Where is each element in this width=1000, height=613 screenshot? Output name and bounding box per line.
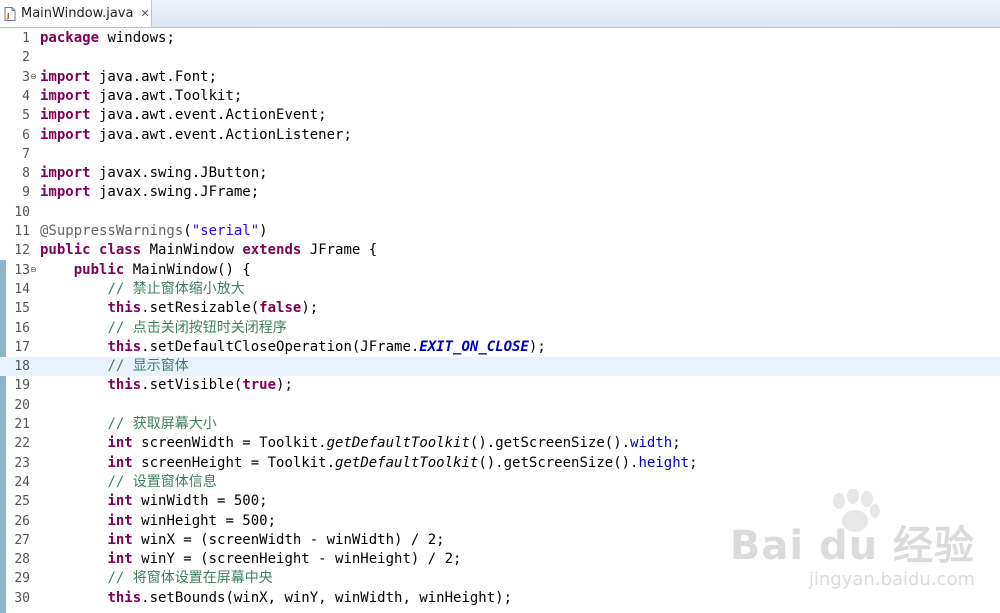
line-number: 3	[22, 69, 30, 85]
code-line[interactable]: 11 @SuppressWarnings("serial")	[0, 222, 1000, 241]
code-line[interactable]: 23 int screenHeight = Toolkit.getDefault…	[0, 454, 1000, 473]
code-line[interactable]: 10	[0, 203, 1000, 222]
watermark-brand: Bai du 经验	[729, 523, 975, 569]
code-text: public MainWindow() {	[73, 261, 251, 278]
line-number: 25	[14, 494, 30, 510]
code-line[interactable]: 2	[0, 48, 1000, 67]
code-text: // 显示窗体	[107, 358, 189, 375]
code-text: this.setBounds(winX, winY, winWidth, win…	[107, 589, 513, 606]
code-line[interactable]: 15 this.setResizable(false);	[0, 299, 1000, 318]
code-text: this.setVisible(true);	[107, 377, 293, 394]
line-number: 13	[14, 262, 30, 278]
line-number: 8	[22, 166, 30, 182]
line-number: 14	[14, 281, 30, 297]
code-line[interactable]: 19 this.setVisible(true);	[0, 376, 1000, 395]
fold-toggle-icon[interactable]: ⊖	[30, 265, 37, 274]
code-line[interactable]: 21 // 获取屏幕大小	[0, 415, 1000, 434]
fold-toggle-icon[interactable]: ⊖	[30, 72, 37, 81]
line-number: 22	[14, 436, 30, 452]
line-number: 11	[14, 224, 30, 239]
line-number: 19	[14, 378, 30, 394]
code-line[interactable]: 12 public class MainWindow extends JFrame…	[0, 241, 1000, 260]
code-line[interactable]: 1 package windows;	[0, 29, 1000, 48]
line-number: 2	[22, 50, 30, 66]
line-number: 30	[14, 590, 30, 606]
line-number: 29	[14, 571, 30, 587]
code-text: // 获取屏幕大小	[107, 416, 217, 432]
code-text: int winHeight = 500;	[107, 512, 277, 529]
line-number: 7	[22, 146, 30, 162]
line-number: 9	[22, 185, 30, 201]
watermark-url: jingyan.baidu.com	[808, 569, 975, 590]
line-number: 18	[14, 359, 30, 375]
line-number: 17	[14, 339, 30, 355]
code-text: import java.awt.event.ActionEvent;	[40, 107, 327, 124]
code-line[interactable]: 16 // 点击关闭按钮时关闭程序	[0, 319, 1000, 338]
code-line[interactable]: 6 import java.awt.event.ActionListener;	[0, 126, 1000, 145]
code-line[interactable]: 14 // 禁止窗体缩小放大	[0, 280, 1000, 299]
code-line[interactable]: 8 import javax.swing.JButton;	[0, 164, 1000, 183]
code-text: int screenHeight = Toolkit.getDefaultToo…	[107, 454, 698, 471]
code-text: import java.awt.Toolkit;	[40, 87, 243, 104]
code-line[interactable]: 9 import javax.swing.JFrame;	[0, 183, 1000, 202]
code-text: public class MainWindow extends JFrame {	[40, 242, 378, 259]
code-text: // 将窗体设置在屏幕中央	[107, 570, 273, 587]
code-line[interactable]: 13 ⊖ public MainWindow() {	[0, 261, 1000, 280]
line-number: 16	[14, 320, 30, 336]
code-text: int winX = (screenWidth - winWidth) / 2;	[107, 531, 445, 548]
code-text: import java.awt.event.ActionListener;	[40, 126, 352, 143]
line-number: 26	[14, 513, 30, 529]
code-text: int winY = (screenHeight - winHeight) / …	[107, 551, 462, 568]
code-text: this.setDefaultCloseOperation(JFrame.EXI…	[107, 338, 546, 355]
svg-text:J: J	[6, 12, 10, 20]
code-text: // 禁止窗体缩小放大	[107, 280, 245, 297]
code-text: int screenWidth = Toolkit.getDefaultTool…	[107, 435, 681, 452]
baidu-jingyan-watermark: Bai du 经验 jingyan.baidu.com	[730, 489, 980, 599]
line-number: 10	[14, 204, 30, 220]
code-text: import javax.swing.JButton;	[40, 165, 268, 182]
line-number: 27	[14, 532, 30, 548]
code-line[interactable]: 20	[0, 396, 1000, 415]
code-text: this.setResizable(false);	[107, 300, 319, 317]
code-line[interactable]: 4 import java.awt.Toolkit;	[0, 87, 1000, 106]
code-line[interactable]: 17 this.setDefaultCloseOperation(JFrame.…	[0, 338, 1000, 357]
code-text: int winWidth = 500;	[107, 493, 268, 510]
code-text: package windows;	[40, 30, 175, 46]
code-text: // 设置窗体信息	[107, 473, 217, 490]
code-line[interactable]: 18 // 显示窗体	[0, 357, 1000, 377]
tab-mainwindow-java[interactable]: J MainWindow.java ✕	[0, 0, 152, 27]
line-number: 12	[14, 243, 30, 259]
code-text: import javax.swing.JFrame;	[40, 184, 260, 201]
line-number: 21	[14, 417, 30, 432]
line-number: 23	[14, 455, 30, 471]
code-line[interactable]: 7	[0, 145, 1000, 164]
code-line[interactable]: 3 ⊖ import java.awt.Font;	[0, 68, 1000, 87]
tab-label: MainWindow.java	[21, 6, 134, 21]
line-number: 15	[14, 301, 30, 317]
code-text: // 点击关闭按钮时关闭程序	[107, 319, 287, 336]
code-line[interactable]: 22 int screenWidth = Toolkit.getDefaultT…	[0, 434, 1000, 453]
line-number: 4	[22, 88, 30, 104]
line-number: 5	[22, 108, 30, 124]
code-text: @SuppressWarnings("serial")	[40, 223, 268, 239]
close-icon[interactable]: ✕	[140, 8, 149, 19]
line-number: 20	[14, 397, 30, 413]
line-number: 1	[22, 31, 30, 46]
line-number: 28	[14, 552, 30, 568]
line-number: 6	[22, 127, 30, 143]
code-text: import java.awt.Font;	[40, 68, 218, 85]
editor-tab-bar: J MainWindow.java ✕	[0, 0, 1000, 28]
java-file-icon: J	[4, 6, 16, 21]
code-line[interactable]: 5 import java.awt.event.ActionEvent;	[0, 106, 1000, 125]
line-number: 24	[14, 474, 30, 490]
